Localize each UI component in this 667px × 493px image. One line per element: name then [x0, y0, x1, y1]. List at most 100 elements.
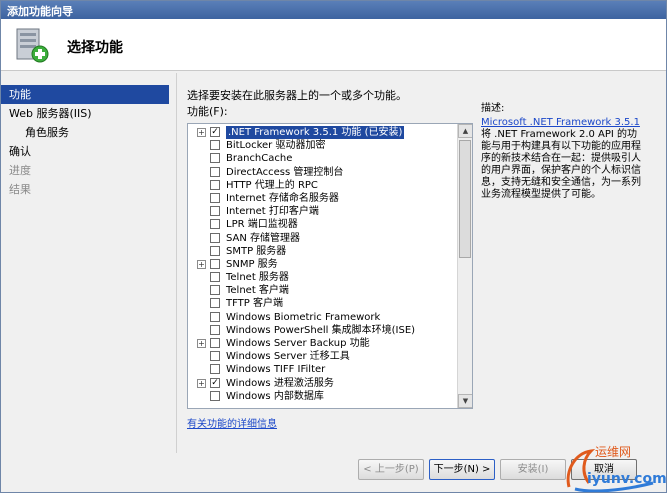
feature-label: Windows Server Backup 功能: [226, 338, 370, 349]
feature-row[interactable]: + Windows Server Backup 功能: [188, 337, 458, 350]
feature-checkbox[interactable]: [210, 258, 220, 269]
server-add-feature-icon: [16, 28, 49, 63]
feature-row[interactable]: HTTP 代理上的 RPC: [188, 179, 458, 192]
scroll-thumb[interactable]: [459, 140, 471, 258]
feature-label: Telnet 客户端: [226, 285, 289, 297]
install-button[interactable]: 安装(I): [500, 459, 566, 480]
expand-plus-icon[interactable]: +: [197, 128, 206, 137]
feature-checkbox[interactable]: [210, 166, 220, 177]
feature-label: Windows TIFF IFilter: [226, 364, 326, 376]
title-bar[interactable]: 添加功能向导: [1, 1, 666, 19]
feature-checkbox[interactable]: [210, 364, 220, 375]
main-content: 选择要安装在此服务器上的一个或多个功能。 功能(F): + ✓ .NET Frame…: [187, 85, 657, 455]
feature-row[interactable]: SMTP 服务器: [188, 245, 458, 258]
feature-checkbox[interactable]: [210, 245, 220, 256]
feature-label: Windows Biometric Framework: [226, 311, 381, 323]
feature-checkbox[interactable]: [210, 192, 220, 203]
feature-checkbox[interactable]: [210, 140, 220, 151]
expand-plus-icon[interactable]: +: [197, 378, 206, 388]
instruction-text: 选择要安装在此服务器上的一个或多个功能。: [187, 89, 407, 102]
scroll-down-button[interactable]: ▼: [458, 394, 472, 408]
feature-checkbox[interactable]: [210, 206, 220, 217]
feature-checkbox[interactable]: ✓: [210, 127, 220, 137]
watermark-text-en: iyunv.com: [587, 471, 667, 487]
feature-label: Internet 存储命名服务器: [226, 192, 339, 204]
feature-checkbox[interactable]: [210, 311, 220, 322]
feature-label: Windows PowerShell 集成脚本环境(ISE): [226, 324, 416, 336]
feature-checkbox[interactable]: [210, 179, 220, 190]
feature-checkbox[interactable]: [210, 390, 220, 401]
wizard-window: 添加功能向导 选择功能 功能 Web 服务器(IIS) 角色服务 确认 进度 结…: [0, 0, 667, 493]
feature-label: TFTP 客户端: [226, 298, 284, 310]
scroll-up-button[interactable]: ▲: [458, 124, 472, 138]
nav-step-confirm[interactable]: 确认: [1, 142, 169, 161]
feature-label: Windows Server 迁移工具: [226, 351, 350, 363]
description-link[interactable]: Microsoft .NET Framework 3.5.1: [481, 117, 640, 128]
feature-label: LPR 端口监视器: [226, 219, 298, 231]
feature-label: DirectAccess 管理控制台: [226, 166, 344, 178]
wizard-steps-nav: 功能 Web 服务器(IIS) 角色服务 确认 进度 结果: [1, 85, 169, 461]
window-title: 添加功能向导: [7, 5, 73, 18]
feature-row[interactable]: Telnet 服务器: [188, 271, 458, 284]
more-info-link[interactable]: 有关功能的详细信息: [187, 415, 277, 430]
feature-label: HTTP 代理上的 RPC: [226, 179, 318, 191]
feature-row[interactable]: LPR 端口监视器: [188, 218, 458, 231]
feature-checkbox[interactable]: [210, 324, 220, 335]
feature-row[interactable]: + ✓ .NET Framework 3.5.1 功能 (已安装): [188, 126, 458, 139]
description-label: 描述:: [481, 103, 505, 114]
feature-label: .NET Framework 3.5.1 功能 (已安装): [226, 126, 405, 139]
feature-label: Telnet 服务器: [226, 272, 289, 284]
feature-row[interactable]: Internet 存储命名服务器: [188, 192, 458, 205]
feature-checkbox[interactable]: [210, 338, 220, 348]
nav-step-web-server[interactable]: Web 服务器(IIS): [1, 104, 169, 123]
features-list-items: + ✓ .NET Framework 3.5.1 功能 (已安装) BitLocker…: [188, 126, 458, 403]
nav-step-features[interactable]: 功能: [1, 85, 169, 104]
nav-divider: [176, 73, 177, 453]
feature-row[interactable]: DirectAccess 管理控制台: [188, 166, 458, 179]
features-scrollbar[interactable]: ▲ ▼: [457, 124, 472, 408]
feature-row[interactable]: Windows Biometric Framework: [188, 311, 458, 324]
feature-row[interactable]: TFTP 客户端: [188, 297, 458, 310]
feature-row[interactable]: + SNMP 服务: [188, 258, 458, 271]
features-label: 功能(F):: [187, 105, 228, 118]
page-title: 选择功能: [67, 40, 123, 56]
feature-label: BranchCache: [226, 153, 293, 165]
feature-row[interactable]: BranchCache: [188, 152, 458, 165]
feature-row[interactable]: Windows TIFF IFilter: [188, 363, 458, 376]
feature-label: SAN 存储管理器: [226, 232, 301, 244]
feature-checkbox[interactable]: [210, 285, 220, 296]
feature-checkbox[interactable]: [210, 153, 220, 164]
nav-step-progress: 进度: [9, 164, 31, 177]
feature-label: Internet 打印客户端: [226, 206, 319, 218]
feature-row[interactable]: Internet 打印客户端: [188, 205, 458, 218]
feature-checkbox[interactable]: [210, 219, 220, 230]
feature-row[interactable]: SAN 存储管理器: [188, 232, 458, 245]
nav-step-results: 结果: [9, 183, 31, 196]
feature-checkbox[interactable]: [210, 298, 220, 309]
wizard-header: 选择功能: [1, 19, 666, 71]
expand-plus-icon[interactable]: +: [197, 259, 206, 269]
feature-row[interactable]: Windows Server 迁移工具: [188, 350, 458, 363]
features-list[interactable]: + ✓ .NET Framework 3.5.1 功能 (已安装) BitLocker…: [187, 123, 473, 409]
feature-row[interactable]: BitLocker 驱动器加密: [188, 139, 458, 152]
previous-button[interactable]: < 上一步(P): [358, 459, 424, 480]
description-text: 将 .NET Framework 2.0 API 的功能与用于构建具有以下功能的…: [481, 129, 641, 200]
feature-row[interactable]: Telnet 客户端: [188, 284, 458, 297]
feature-checkbox[interactable]: [210, 232, 220, 243]
feature-row[interactable]: Windows 内部数据库: [188, 390, 458, 403]
feature-label: BitLocker 驱动器加密: [226, 140, 326, 152]
nav-step-role-services[interactable]: 角色服务: [1, 123, 169, 142]
feature-label: SNMP 服务: [226, 258, 278, 270]
watermark-text-cn: 运维网: [595, 445, 632, 459]
feature-checkbox[interactable]: ✓: [210, 377, 220, 388]
feature-row[interactable]: Windows PowerShell 集成脚本环境(ISE): [188, 324, 458, 337]
feature-label: Windows 进程激活服务: [226, 377, 334, 389]
feature-checkbox[interactable]: [210, 272, 220, 283]
next-button[interactable]: 下一步(N) >: [429, 459, 495, 480]
feature-label: SMTP 服务器: [226, 245, 287, 257]
description-panel: 描述: Microsoft .NET Framework 3.5.1 将 .NE…: [481, 103, 641, 201]
feature-checkbox[interactable]: [210, 351, 220, 362]
feature-row[interactable]: + ✓ Windows 进程激活服务: [188, 377, 458, 390]
feature-label: Windows 内部数据库: [226, 390, 324, 402]
expand-plus-icon[interactable]: +: [197, 339, 206, 348]
